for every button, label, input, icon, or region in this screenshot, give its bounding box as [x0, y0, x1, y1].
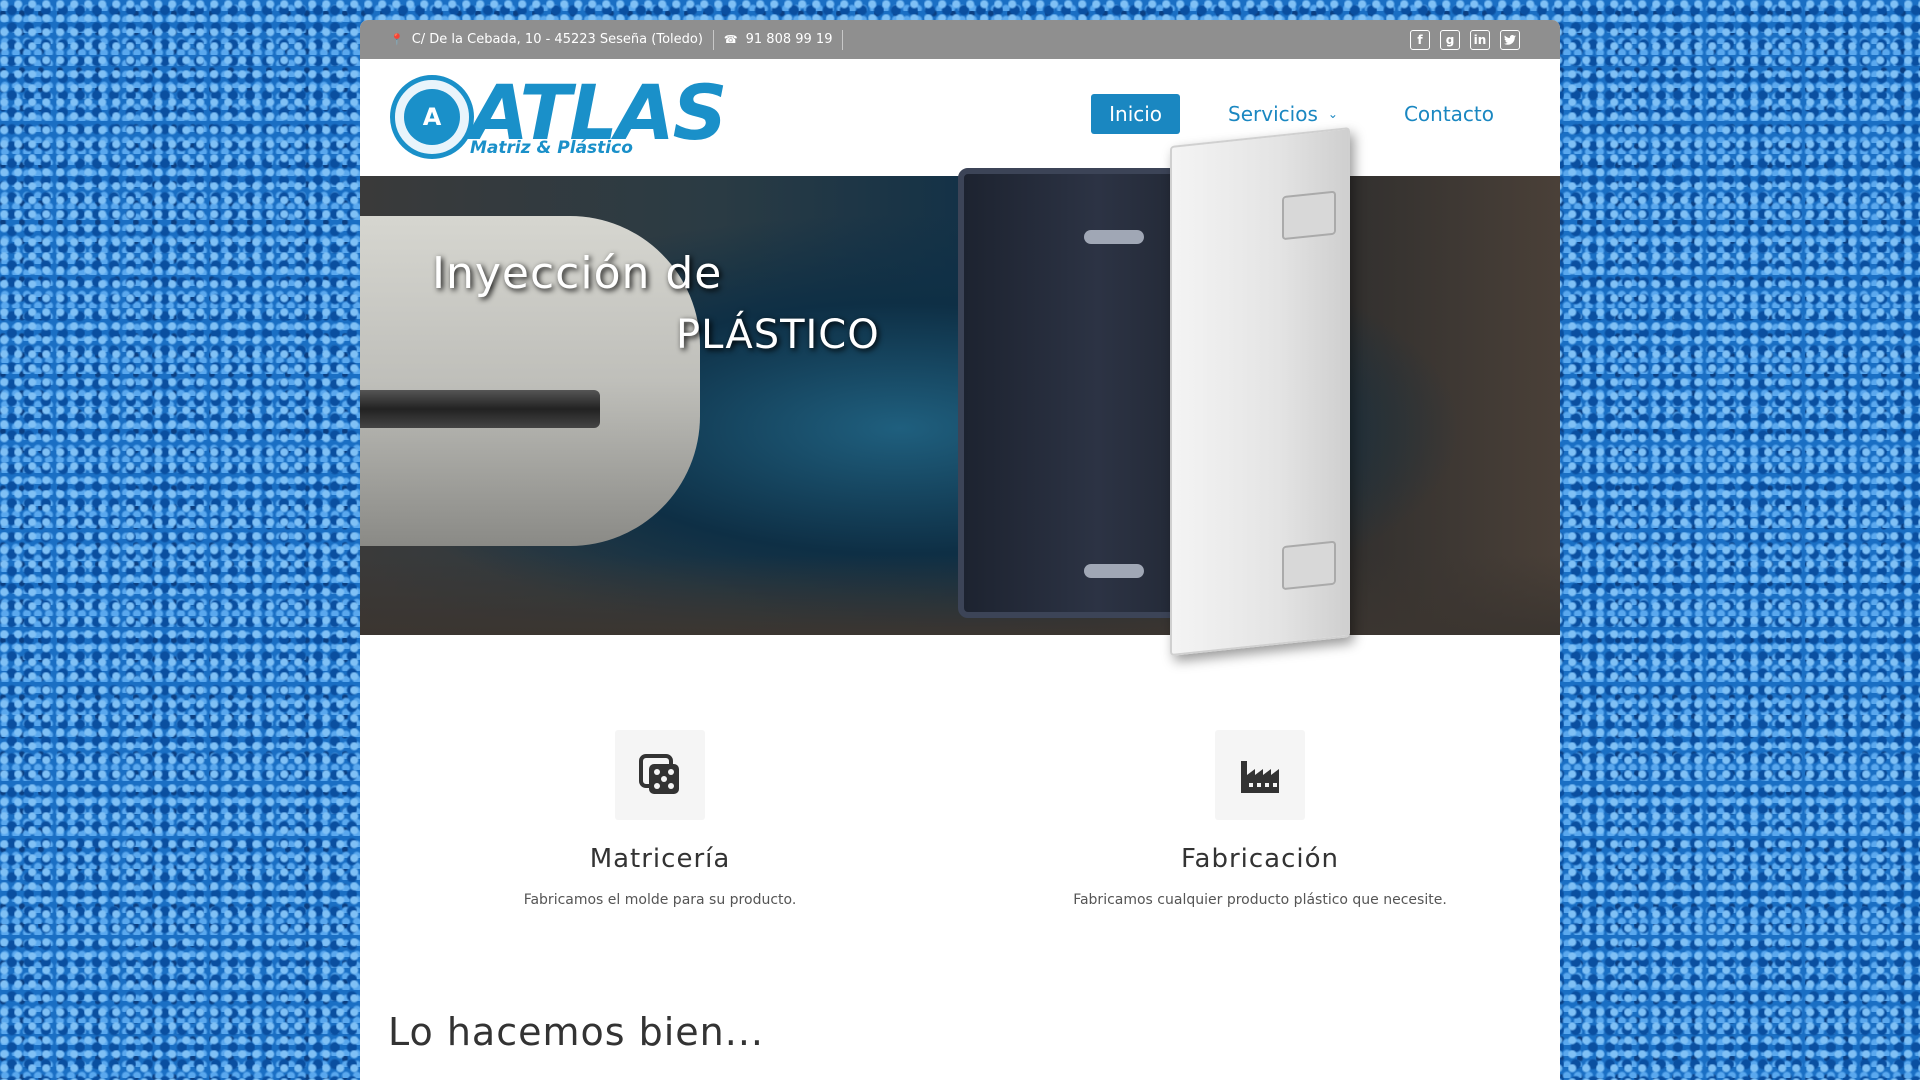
top-bar: 📍 C/ De la Cebada, 10 - 45223 Seseña (To… [360, 20, 1560, 59]
service-title: Fabricación [1180, 844, 1340, 874]
service-icon-box [1215, 730, 1305, 820]
page-container: 📍 C/ De la Cebada, 10 - 45223 Seseña (To… [360, 20, 1560, 1080]
lid-clip [1282, 540, 1336, 591]
service-icon-box [615, 730, 705, 820]
plastic-box-image [958, 168, 1193, 618]
section-title: Lo hacemos bien... [388, 1010, 764, 1054]
factory-icon [1241, 761, 1279, 793]
map-marker-icon: 📍 [390, 33, 404, 46]
main-nav: Inicio Servicios ⌄ Contacto [1091, 94, 1512, 134]
logo-title: ATLAS [470, 67, 727, 157]
social-links: f g in [1410, 29, 1520, 50]
nav-item-inicio[interactable]: Inicio [1091, 94, 1181, 134]
logo-subtitle: Matriz & Plástico [470, 137, 633, 158]
hero-slider: Inyección de PLÁSTICO [360, 127, 1560, 656]
service-matriceria: Matricería Fabricamos el molde para su p… [360, 730, 960, 908]
machine-rod-image [360, 390, 600, 428]
nav-item-contacto[interactable]: Contacto [1386, 94, 1512, 134]
linkedin-icon[interactable]: in [1470, 29, 1490, 50]
box-handle [1084, 230, 1144, 244]
logo-mark: A [390, 75, 474, 159]
contact-info: 📍 C/ De la Cebada, 10 - 45223 Seseña (To… [390, 29, 844, 50]
molds-icon [639, 754, 679, 794]
logo-emblem-icon: A [404, 89, 460, 145]
service-text: Fabricamos el molde para su producto. [523, 892, 797, 908]
phone-item[interactable]: ☎ 91 808 99 19 [714, 29, 844, 50]
google-plus-icon[interactable]: g [1440, 29, 1460, 50]
box-handle [1084, 564, 1144, 578]
phone-text: 91 808 99 19 [745, 32, 833, 47]
phone-icon: ☎ [723, 33, 738, 46]
nav-label: Contacto [1403, 102, 1494, 126]
lid-clip [1282, 190, 1336, 241]
plastic-lid-image [1170, 127, 1350, 656]
service-title: Matricería [589, 844, 731, 874]
site-header: A ATLAS Matriz & Plástico Inicio Servici… [360, 59, 1560, 175]
hero-title-line1: Inyección de [432, 248, 723, 299]
services-section: Matricería Fabricamos el molde para su p… [360, 730, 1560, 908]
service-fabricacion: Fabricación Fabricamos cualquier product… [960, 730, 1560, 908]
twitter-icon[interactable] [1500, 29, 1520, 50]
nav-label: Servicios [1228, 102, 1318, 126]
hero-title-line2: PLÁSTICO [676, 312, 880, 358]
logo[interactable]: A ATLAS Matriz & Plástico [390, 67, 727, 159]
logo-text: ATLAS Matriz & Plástico [470, 67, 727, 158]
nav-label: Inicio [1109, 102, 1163, 126]
address-item: 📍 C/ De la Cebada, 10 - 45223 Seseña (To… [390, 29, 714, 50]
address-text: C/ De la Cebada, 10 - 45223 Seseña (Tole… [411, 32, 703, 47]
facebook-icon[interactable]: f [1410, 29, 1430, 50]
service-text: Fabricamos cualquier producto plástico q… [1073, 892, 1447, 908]
chevron-down-icon: ⌄ [1327, 107, 1338, 121]
